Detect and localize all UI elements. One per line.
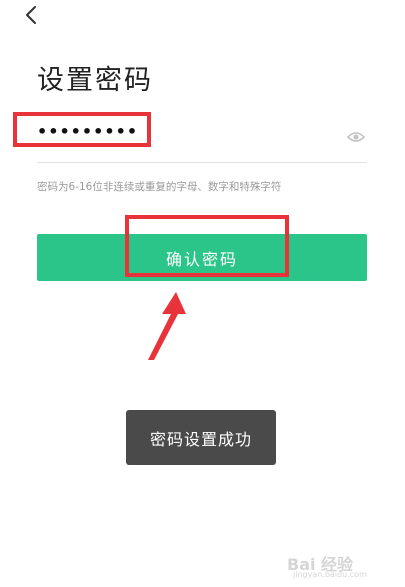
chevron-left-icon (26, 6, 36, 24)
red-arrow-annotation (148, 292, 186, 360)
set-password-screen: 设置密码 ••••••••• 密码为6-16位非连续或重复的字母、数字和特殊字符… (0, 0, 405, 587)
confirm-password-button[interactable]: 确认密码 (37, 234, 367, 281)
success-toast: 密码设置成功 (126, 410, 276, 465)
eye-icon[interactable] (347, 130, 365, 144)
password-input-value[interactable]: ••••••••• (37, 122, 138, 141)
back-button[interactable] (18, 2, 44, 28)
page-title: 设置密码 (37, 65, 153, 96)
baidu-jingyan-watermark: Bai 经验 jingyan.baidu.com (287, 551, 387, 581)
password-field[interactable]: ••••••••• (37, 118, 367, 163)
password-hint: 密码为6-16位非连续或重复的字母、数字和特殊字符 (37, 181, 282, 193)
watermark-sub-text: jingyan.baidu.com (293, 570, 367, 579)
